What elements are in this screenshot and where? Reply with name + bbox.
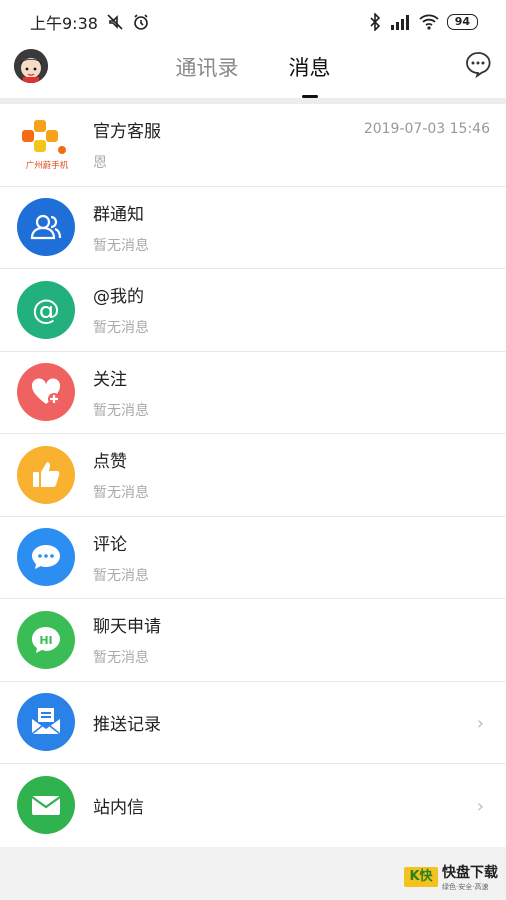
list-item-follow[interactable]: 关注 暂无消息 bbox=[0, 352, 506, 434]
chevron-right-icon: › bbox=[476, 796, 484, 818]
item-time: 2019-07-03 15:46 bbox=[363, 121, 490, 137]
item-title: 官方客服 bbox=[93, 122, 161, 143]
item-subtitle: 恩 bbox=[93, 155, 107, 172]
list-item-inbox[interactable]: 站内信 › bbox=[0, 764, 506, 847]
item-title: 推送记录 bbox=[93, 714, 161, 735]
list-item-group-notice[interactable]: 群通知 暂无消息 bbox=[0, 187, 506, 269]
heart-plus-icon bbox=[17, 363, 75, 422]
mute-icon bbox=[107, 14, 123, 30]
status-time: 上午9:38 bbox=[30, 14, 98, 33]
watermark-brand: 快盘下载 bbox=[442, 865, 498, 881]
list-item-push-records[interactable]: 推送记录 › bbox=[0, 682, 506, 764]
official-logo: 广州蔚手机 bbox=[18, 116, 76, 174]
wifi-icon bbox=[419, 14, 439, 30]
thumbs-up-icon bbox=[17, 445, 75, 504]
push-inbox-icon bbox=[17, 693, 75, 752]
watermark-sub: 绿色·安全·高速 bbox=[442, 883, 489, 891]
list-item-comments[interactable]: 评论 暂无消息 bbox=[0, 517, 506, 599]
item-subtitle: 暂无消息 bbox=[93, 567, 149, 584]
watermark-logo: K快 快盘下载 绿色·安全·高速 bbox=[404, 862, 498, 892]
watermark-mark: K快 bbox=[404, 867, 438, 887]
at-icon: @ bbox=[17, 280, 75, 339]
group-icon bbox=[17, 198, 75, 257]
envelope-icon bbox=[17, 776, 75, 835]
svg-text:广州蔚手机: 广州蔚手机 bbox=[26, 160, 69, 171]
list-item-likes[interactable]: 点赞 暂无消息 bbox=[0, 434, 506, 517]
new-chat-icon[interactable] bbox=[464, 50, 492, 78]
list-item-official-service[interactable]: 广州蔚手机 官方客服 恩 2019-07-03 15:46 bbox=[0, 104, 506, 187]
signal-icon bbox=[390, 15, 409, 30]
chevron-right-icon: › bbox=[476, 713, 484, 735]
item-subtitle: 暂无消息 bbox=[93, 320, 149, 337]
status-bar: 上午9:38 94 bbox=[0, 0, 506, 44]
bluetooth-icon bbox=[370, 13, 380, 31]
tab-messages[interactable]: 消息 bbox=[287, 52, 333, 98]
item-title: @我的 bbox=[93, 287, 144, 308]
item-subtitle: 暂无消息 bbox=[93, 237, 149, 254]
item-title: 站内信 bbox=[93, 797, 144, 818]
hi-bubble-icon: HI bbox=[17, 610, 75, 669]
message-list: 广州蔚手机 官方客服 恩 2019-07-03 15:46 群通知 暂无消息 @… bbox=[0, 104, 506, 847]
alarm-icon bbox=[134, 14, 148, 30]
comment-icon bbox=[17, 528, 75, 587]
item-title: 评论 bbox=[93, 534, 127, 555]
top-header: 通讯录 消息 bbox=[0, 44, 506, 98]
list-item-mentions[interactable]: @ @我的 暂无消息 bbox=[0, 269, 506, 352]
item-title: 点赞 bbox=[93, 452, 127, 473]
svg-text:HI: HI bbox=[39, 634, 52, 647]
list-item-chat-requests[interactable]: HI 聊天申请 暂无消息 bbox=[0, 599, 506, 682]
item-subtitle: 暂无消息 bbox=[93, 402, 149, 419]
item-title: 聊天申请 bbox=[93, 617, 161, 638]
item-title: 群通知 bbox=[93, 204, 144, 225]
svg-text:@: @ bbox=[32, 293, 60, 326]
item-title: 关注 bbox=[93, 369, 127, 390]
battery-indicator: 94 bbox=[446, 14, 478, 30]
item-subtitle: 暂无消息 bbox=[93, 650, 149, 667]
item-subtitle: 暂无消息 bbox=[93, 485, 149, 502]
tab-contacts[interactable]: 通讯录 bbox=[174, 52, 241, 82]
